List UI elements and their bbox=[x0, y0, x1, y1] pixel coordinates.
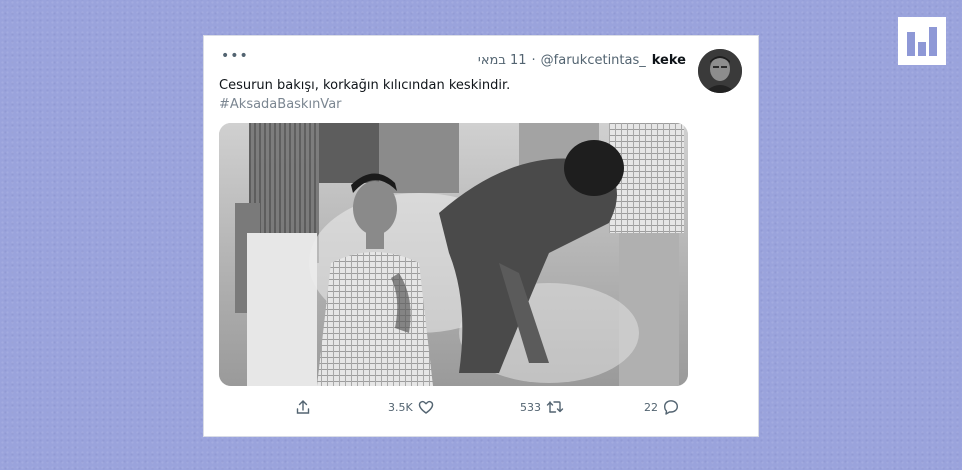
avatar[interactable] bbox=[698, 49, 742, 93]
heart-icon bbox=[418, 400, 433, 414]
brand-logo bbox=[898, 17, 946, 65]
photo-image bbox=[219, 123, 688, 386]
reply-count: 22 bbox=[644, 400, 658, 414]
logo-bar-icon bbox=[929, 27, 937, 56]
avatar-image bbox=[698, 49, 742, 93]
user-display-name[interactable]: keke bbox=[652, 53, 686, 68]
reply-button[interactable]: 22 bbox=[644, 399, 679, 415]
reply-icon bbox=[664, 400, 678, 415]
hashtag-link[interactable]: #AksadaBaskınVar bbox=[219, 96, 342, 114]
retweet-icon bbox=[546, 401, 564, 413]
like-button[interactable]: 3.5K bbox=[388, 399, 434, 415]
user-handle[interactable]: @farukcetintas_ bbox=[541, 53, 646, 68]
tweet-header: 11 במאי · @farukcetintas_ keke bbox=[478, 53, 686, 68]
like-count: 3.5K bbox=[388, 400, 413, 414]
share-icon bbox=[296, 400, 310, 414]
tweet-date[interactable]: 11 במאי bbox=[478, 53, 527, 68]
logo-bar-icon bbox=[918, 42, 926, 56]
header-separator: · bbox=[531, 53, 536, 68]
retweet-count: 533 bbox=[520, 400, 541, 414]
tweet-card: ••• 11 במאי · @farukcetintas_ keke Cesur… bbox=[203, 35, 759, 437]
more-icon[interactable]: ••• bbox=[221, 48, 249, 64]
tweet-photo[interactable] bbox=[219, 123, 688, 386]
retweet-button[interactable]: 533 bbox=[520, 399, 564, 415]
tweet-text: Cesurun bakışı, korkağın kılıcından kesk… bbox=[219, 78, 511, 93]
logo-bar-icon bbox=[907, 32, 915, 56]
tweet-actions: 3.5K 533 22 bbox=[204, 398, 758, 420]
share-button[interactable] bbox=[295, 399, 311, 415]
